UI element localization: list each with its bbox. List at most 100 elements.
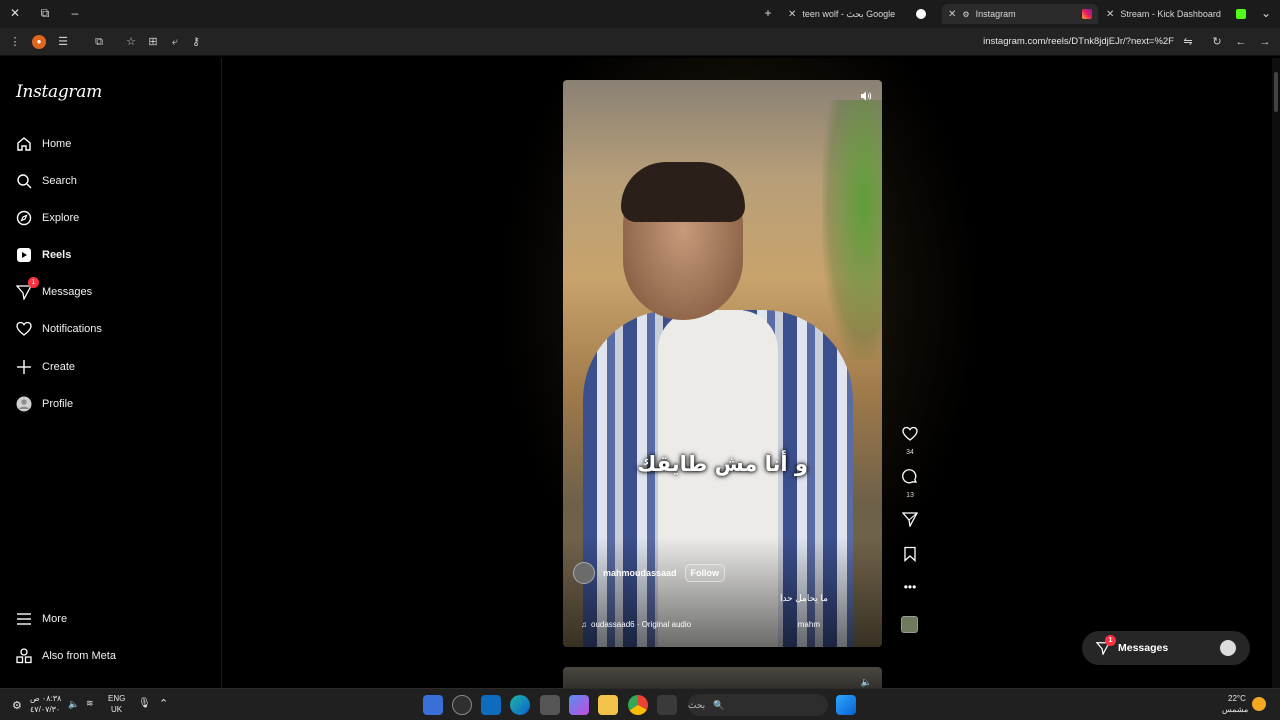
sidebar-item-create[interactable]: Create — [16, 355, 75, 379]
app-icon-edge[interactable] — [510, 695, 530, 715]
close-tab-icon[interactable]: ✕ — [948, 9, 956, 20]
home-icon — [16, 136, 32, 152]
clock-date[interactable]: ٤٧/٠٧/٣٠ — [30, 705, 60, 714]
volume-icon[interactable]: 🔈 — [861, 677, 872, 688]
sidebar-item-more[interactable]: More — [16, 607, 67, 631]
back-icon[interactable]: ← — [1234, 35, 1248, 49]
profile-icon[interactable]: ● — [32, 35, 46, 49]
sidebar-item-profile[interactable]: Profile — [16, 392, 73, 416]
reading-list-icon[interactable]: ☰ — [56, 35, 70, 49]
sidebar-item-messages[interactable]: 1 Messages — [16, 277, 93, 304]
page-scrollbar[interactable] — [1272, 58, 1280, 688]
translate-icon[interactable]: ⊞ — [146, 35, 160, 49]
browser-tab-strip: ✕ ⧉ – + ✕ teen wolf - بحث Google ✕ ⚙ Ins… — [0, 0, 1280, 28]
audio-label: oudassaad6 · Original audio — [591, 620, 692, 629]
menu-icon[interactable]: ⋮ — [8, 35, 22, 49]
tagged-user[interactable]: mahm — [798, 620, 820, 629]
close-tab-icon[interactable]: ✕ — [1106, 9, 1114, 20]
site-settings-icon[interactable]: ⇋ — [1181, 35, 1195, 49]
sidebar-item-also-from-meta[interactable]: Also from Meta — [16, 644, 116, 668]
sidebar-item-label: Messages — [42, 286, 93, 298]
password-key-icon[interactable]: ⚷ — [189, 35, 203, 49]
share-icon[interactable]: ⤶ — [168, 35, 182, 49]
scrollbar-thumb[interactable] — [1274, 72, 1278, 112]
app-icon-file-explorer[interactable] — [598, 695, 618, 715]
bookmark-icon — [904, 546, 916, 562]
sidebar-item-explore[interactable]: Explore — [16, 206, 79, 230]
windows-start-icon[interactable] — [836, 695, 856, 715]
send-icon — [901, 512, 919, 528]
minimize-window-icon[interactable]: – — [67, 6, 83, 20]
forward-icon[interactable]: → — [1258, 35, 1272, 49]
instagram-logo[interactable]: Instagram — [16, 82, 102, 102]
restore-window-icon[interactable]: ⧉ — [37, 6, 53, 21]
notification-badge: 1 — [28, 277, 39, 288]
search-placeholder: بحث — [688, 699, 706, 710]
share-button[interactable] — [900, 511, 920, 532]
reload-icon[interactable]: ↻ — [1210, 35, 1224, 49]
weather-temp[interactable]: 22°C — [1228, 694, 1246, 703]
clock-time[interactable]: ٠٨:٣٨ ص — [30, 694, 61, 703]
messenger-icon: 1 — [16, 277, 39, 300]
extensions-icon[interactable]: ⧉ — [92, 35, 106, 49]
sidebar-item-home[interactable]: Home — [16, 132, 71, 156]
app-icon-copilot[interactable] — [569, 695, 589, 715]
close-window-icon[interactable]: ✕ — [7, 6, 23, 20]
wifi-icon[interactable]: ≋ — [86, 698, 94, 709]
tab-kick[interactable]: ✕ Stream - Kick Dashboard — [1100, 4, 1252, 24]
comment-count: 13 — [906, 492, 914, 499]
audio-thumbnail[interactable] — [901, 616, 918, 633]
reel-audio[interactable]: ♫ oudassaad6 · Original audio — [581, 620, 691, 629]
address-bar: ⋮ ● ☰ ⧉ ☆ ⊞ ⤶ ⚷ instagram.com/reels/DTnk… — [0, 28, 1280, 56]
more-options-icon[interactable]: ••• — [900, 581, 920, 593]
sun-icon — [1252, 697, 1266, 711]
tab-instagram[interactable]: ✕ ⚙ Instagram — [942, 4, 1098, 24]
volume-icon[interactable]: 🔈 — [68, 699, 79, 710]
sidebar-item-reels[interactable]: Reels — [16, 243, 71, 267]
app-icon-task-view[interactable] — [657, 695, 677, 715]
avatar-icon — [1220, 640, 1236, 656]
tab-list-icon[interactable]: ⌄ — [1258, 6, 1274, 20]
sidebar-item-label: Notifications — [42, 323, 102, 335]
url-field[interactable]: instagram.com/reels/DTnk8jdjEJr/?next=%2… — [983, 36, 1174, 47]
close-tab-icon[interactable]: ✕ — [788, 9, 796, 20]
save-button[interactable] — [900, 546, 920, 567]
app-icon-chrome[interactable] — [628, 695, 648, 715]
tab-label: Instagram — [975, 9, 1016, 19]
tab-google[interactable]: ✕ teen wolf - بحث Google — [782, 4, 932, 24]
owner-username[interactable]: mahmoudassaad — [603, 568, 677, 578]
comment-button[interactable]: 13 — [900, 469, 920, 499]
reel-description[interactable]: ما يحامل حدا — [780, 593, 828, 604]
sidebar-item-label: Create — [42, 361, 76, 373]
messages-drawer-button[interactable]: 1 Messages — [1082, 631, 1250, 665]
meta-apps-icon — [16, 648, 32, 664]
search-icon — [16, 173, 32, 189]
search-icon: 🔍 — [713, 699, 725, 710]
bookmark-star-icon[interactable]: ☆ — [124, 35, 138, 49]
follow-button[interactable]: Follow — [684, 564, 726, 582]
weather-desc[interactable]: مشمس — [1222, 705, 1248, 714]
site-info-icon[interactable]: ⚙ — [962, 10, 969, 19]
sidebar-item-notifications[interactable]: Notifications — [16, 317, 102, 341]
settings-gear-icon[interactable]: ⚙ — [12, 699, 22, 712]
volume-icon[interactable] — [860, 90, 872, 102]
like-button[interactable]: 34 — [900, 426, 920, 456]
owner-avatar[interactable] — [573, 562, 595, 584]
reel-video[interactable]: و أنا مش طايقك mahmoudassaad Follow ما ي… — [563, 80, 882, 647]
messages-label: Messages — [1118, 642, 1169, 654]
sidebar-item-label: Reels — [42, 249, 72, 261]
google-icon — [916, 9, 926, 19]
compass-icon — [16, 210, 32, 226]
app-icon-github[interactable] — [452, 695, 472, 715]
language-bottom[interactable]: UK — [111, 705, 122, 714]
taskbar-search[interactable]: 🔍 بحث — [688, 694, 828, 716]
app-icon-zoom[interactable] — [423, 695, 443, 715]
app-icon-3d[interactable] — [540, 695, 560, 715]
language-top[interactable]: ENG — [108, 694, 125, 703]
app-icon-store[interactable] — [481, 695, 501, 715]
sidebar-item-search[interactable]: Search — [16, 169, 77, 193]
new-tab-icon[interactable]: + — [760, 6, 776, 20]
microphone-icon[interactable]: 🎙 — [138, 698, 151, 709]
sidebar-item-label: Explore — [42, 212, 80, 224]
chevron-up-icon[interactable]: ⌃ — [159, 697, 168, 710]
